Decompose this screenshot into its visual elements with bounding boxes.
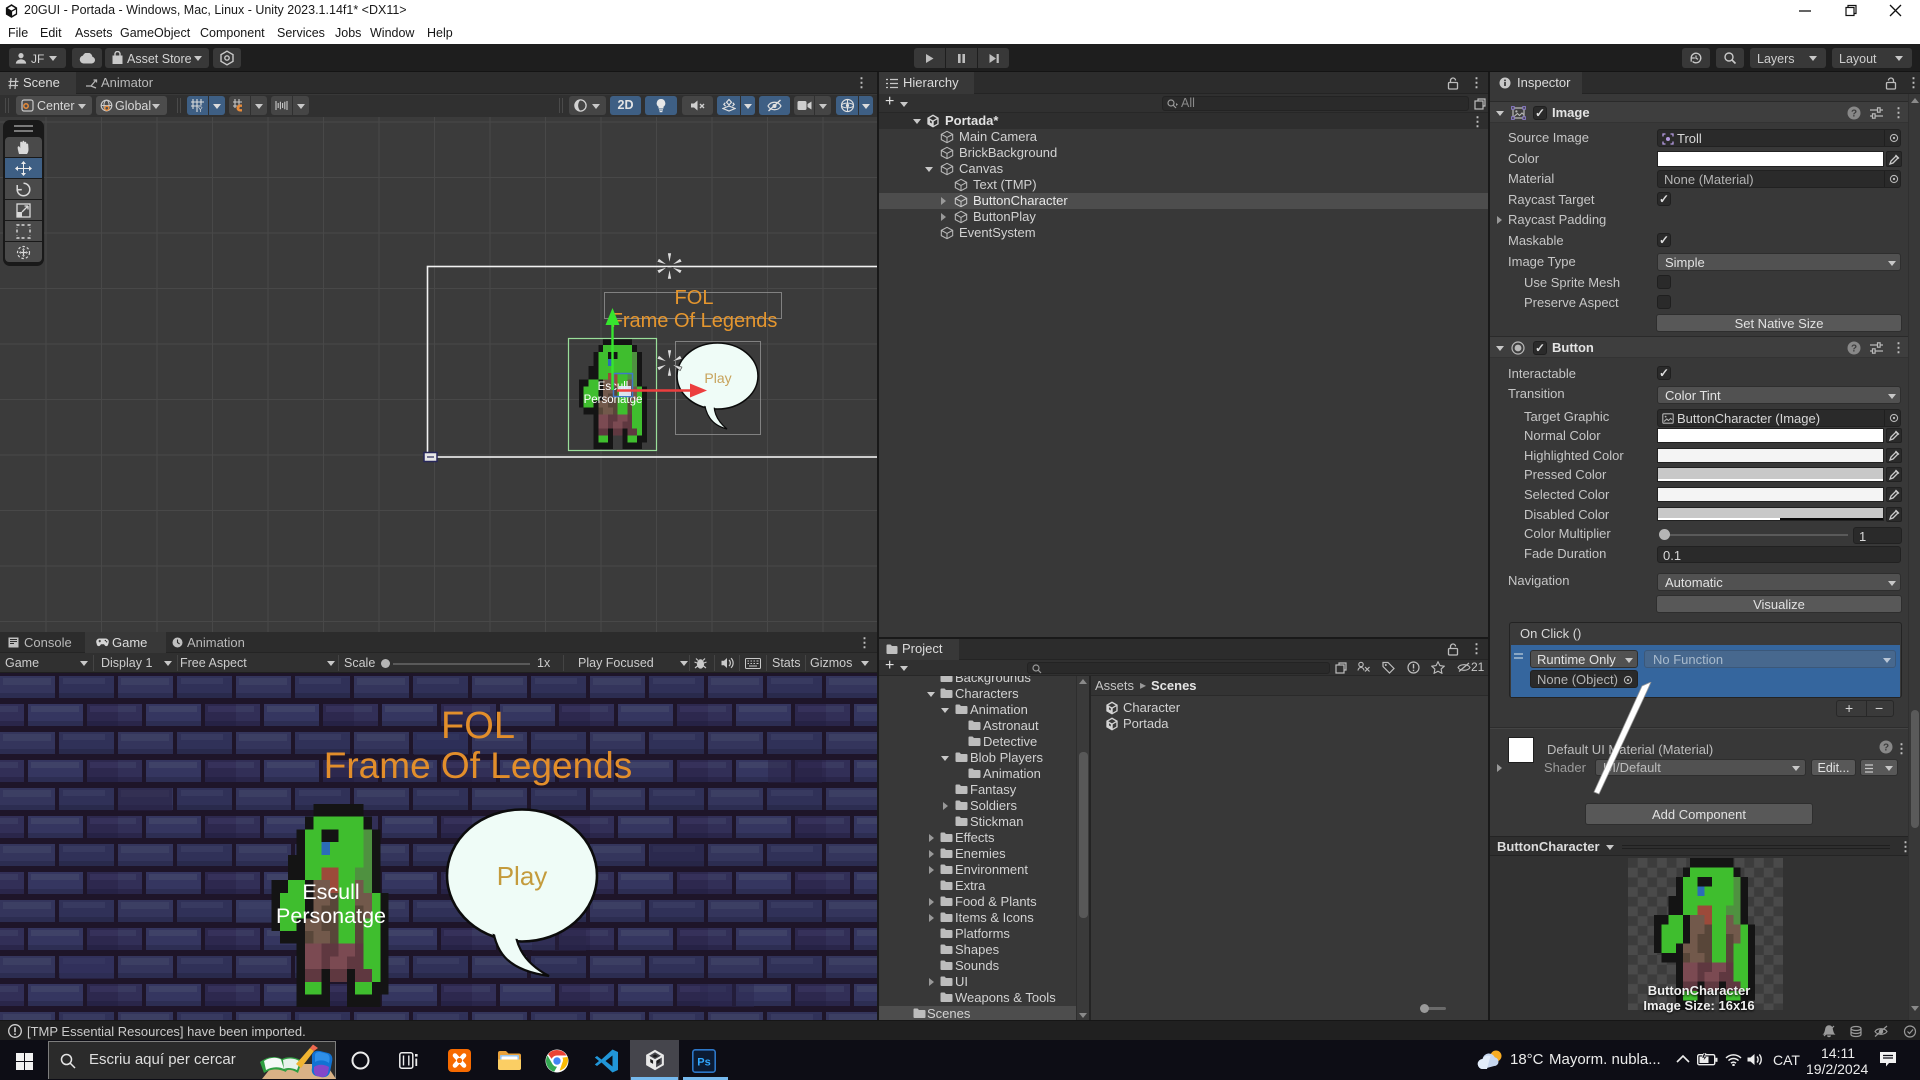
svg-text:Y: Y	[198, 107, 203, 112]
svg-text:Personatge: Personatge	[276, 904, 386, 928]
svg-text:Play: Play	[704, 370, 731, 386]
svg-text:Escull: Escull	[302, 880, 359, 904]
svg-text:?: ?	[1883, 743, 1889, 754]
svg-text:Frame Of Legends: Frame Of Legends	[324, 745, 632, 786]
svg-text:Frame Of Legends: Frame Of Legends	[611, 310, 778, 332]
svg-text:?: ?	[1851, 109, 1857, 120]
svg-text:Play: Play	[497, 861, 548, 891]
svg-text:Ps: Ps	[697, 1057, 710, 1069]
svg-text:FOL: FOL	[675, 287, 714, 309]
svg-text:?: ?	[1851, 344, 1857, 355]
svg-text:FOL: FOL	[441, 705, 515, 747]
